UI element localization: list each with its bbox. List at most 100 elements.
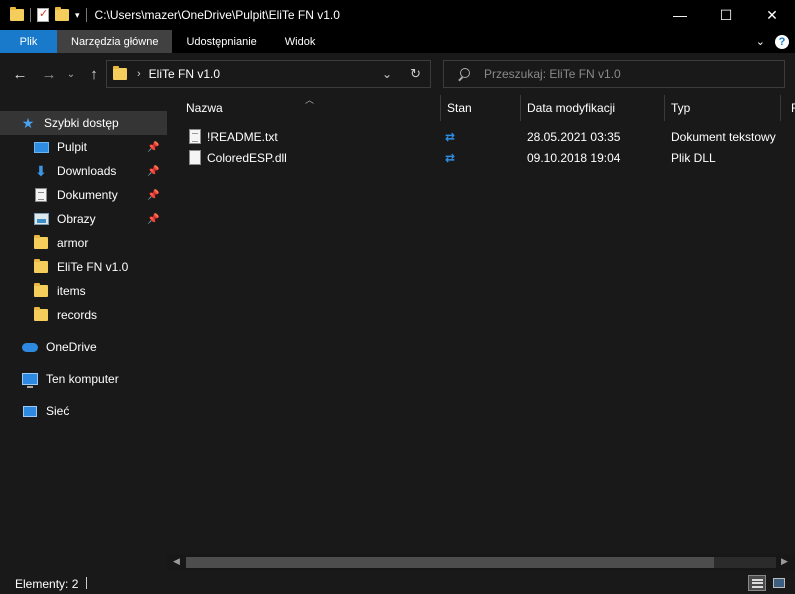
dll-file-icon (189, 150, 201, 165)
sync-status-icon: ⇄ (445, 130, 456, 144)
separator (85, 8, 87, 22)
file-name[interactable]: ColoredESP.dll (207, 151, 287, 165)
search-icon (458, 68, 470, 80)
scroll-left-icon[interactable]: ◀ (173, 556, 180, 567)
column-header-date-modified[interactable]: Data modyfikacji (527, 95, 657, 121)
sidebar-item-elite-fn[interactable]: EliTe FN v1.0 (0, 255, 167, 279)
back-button[interactable]: ← (9, 63, 31, 85)
details-view-button[interactable] (748, 575, 766, 591)
pin-icon[interactable]: 📌 (147, 190, 163, 201)
sidebar-item-this-pc[interactable]: Ten komputer (0, 367, 167, 391)
status-bar: Elementy: 2 (0, 573, 795, 594)
folder-icon (33, 307, 49, 323)
sidebar-item-label: Downloads (57, 164, 117, 178)
folder-icon (33, 235, 49, 251)
table-row[interactable]: !README.txt ⇄ 28.05.2021 03:35 Dokument … (167, 127, 795, 147)
sidebar-item-label: OneDrive (46, 340, 97, 354)
close-button[interactable]: ✕ (749, 0, 795, 30)
maximize-button[interactable]: ☐ (703, 0, 749, 30)
pin-icon[interactable]: 📌 (147, 214, 163, 225)
arrow-right-icon: → (41, 65, 57, 83)
title-bar: ▾ C:\Users\mazer\OneDrive\Pulpit\EliTe F… (0, 0, 795, 30)
address-bar[interactable]: › EliTe FN v1.0 ⌄ ↻ (106, 60, 431, 88)
sidebar-item-items[interactable]: items (0, 279, 167, 303)
column-divider[interactable] (520, 95, 521, 121)
search-box[interactable]: Przeszukaj: EliTe FN v1.0 (443, 60, 785, 88)
folder-icon (33, 283, 49, 299)
pin-icon[interactable]: 📌 (147, 166, 163, 177)
scroll-thumb[interactable] (186, 557, 714, 568)
folder-icon (33, 259, 49, 275)
sidebar-item-label: Dokumenty (57, 188, 118, 202)
quick-access-toolbar: ▾ (0, 7, 87, 22)
sidebar-item-quick-access[interactable]: ★ Szybki dostęp (0, 111, 167, 135)
expand-ribbon-chevron-icon[interactable]: ⌄ (756, 35, 765, 48)
large-icons-view-button[interactable] (770, 575, 788, 591)
sidebar-item-network[interactable]: Sieć (0, 399, 167, 423)
window-controls: — ☐ ✕ (657, 0, 795, 30)
up-button[interactable]: ↑ (83, 63, 105, 85)
file-date: 28.05.2021 03:35 (527, 130, 621, 144)
sidebar-item-desktop[interactable]: Pulpit 📌 (0, 135, 167, 159)
column-divider[interactable] (780, 95, 781, 121)
column-divider[interactable] (664, 95, 665, 121)
sidebar-item-label: EliTe FN v1.0 (57, 260, 129, 274)
search-input[interactable]: Przeszukaj: EliTe FN v1.0 (484, 67, 621, 81)
tab-view[interactable]: Widok (271, 30, 330, 53)
sidebar-item-armor[interactable]: armor (0, 231, 167, 255)
text-file-icon (189, 129, 201, 144)
status-separator (86, 577, 87, 589)
ribbon-right-controls: ⌄ ? (756, 30, 795, 53)
breadcrumb-chevron-icon[interactable]: › (137, 68, 141, 80)
breadcrumb-current-folder[interactable]: EliTe FN v1.0 (149, 67, 220, 81)
sidebar-item-onedrive[interactable]: OneDrive (0, 335, 167, 359)
table-row[interactable]: ColoredESP.dll ⇄ 09.10.2018 19:04 Plik D… (167, 148, 795, 168)
address-history-chevron-icon[interactable]: ⌄ (382, 67, 392, 81)
sidebar-item-label: Obrazy (57, 212, 96, 226)
help-icon[interactable]: ? (775, 34, 789, 49)
column-divider[interactable] (440, 95, 441, 121)
onedrive-icon (22, 339, 38, 355)
tab-file[interactable]: Plik (0, 30, 57, 53)
large-icons-view-icon (773, 578, 785, 588)
sidebar-item-downloads[interactable]: ⬇ Downloads 📌 (0, 159, 167, 183)
sidebar-item-label: Ten komputer (46, 372, 119, 386)
column-header-name[interactable]: Nazwa (186, 95, 436, 121)
arrow-left-icon: ← (12, 65, 28, 83)
recent-locations-button[interactable]: ⌄ (60, 63, 82, 85)
navigation-pane: ★ Szybki dostęp Pulpit 📌 ⬇ Downloads 📌 D… (0, 95, 167, 573)
documents-icon (33, 187, 49, 203)
tab-home[interactable]: Narzędzia główne (57, 30, 173, 53)
details-view-icon (751, 578, 763, 588)
folder-icon (10, 7, 24, 21)
new-folder-icon[interactable] (55, 7, 69, 21)
download-icon: ⬇ (35, 162, 47, 179)
file-type: Plik DLL (671, 151, 716, 165)
sidebar-item-records[interactable]: records (0, 303, 167, 327)
window-title: C:\Users\mazer\OneDrive\Pulpit\EliTe FN … (94, 8, 340, 22)
properties-icon[interactable] (37, 7, 49, 22)
tab-share[interactable]: Udostępnianie (172, 30, 270, 53)
pin-icon[interactable]: 📌 (147, 142, 163, 153)
sidebar-item-label: Sieć (46, 404, 70, 418)
item-count: Elementy: 2 (15, 577, 79, 591)
desktop-icon (33, 139, 49, 155)
file-name[interactable]: !README.txt (207, 130, 278, 144)
refresh-icon[interactable]: ↻ (410, 66, 421, 82)
column-header-status[interactable]: Stan (447, 95, 517, 121)
computer-icon (22, 371, 38, 388)
forward-button[interactable]: → (38, 63, 60, 85)
column-header-size[interactable]: R (791, 95, 795, 121)
customize-toolbar-chevron-icon[interactable]: ▾ (75, 10, 80, 21)
column-header-type[interactable]: Typ (671, 95, 771, 121)
sidebar-item-label: Szybki dostęp (44, 116, 119, 130)
sidebar-item-label: records (57, 308, 98, 322)
horizontal-scrollbar[interactable]: ◀ ▶ (167, 554, 795, 571)
minimize-button[interactable]: — (657, 0, 703, 30)
sidebar-item-documents[interactable]: Dokumenty 📌 (0, 183, 167, 207)
sidebar-item-label: items (57, 284, 86, 298)
sidebar-item-pictures[interactable]: Obrazy 📌 (0, 207, 167, 231)
scroll-right-icon[interactable]: ▶ (781, 556, 788, 567)
sidebar-item-label: armor (57, 236, 89, 250)
pictures-icon (33, 211, 49, 227)
